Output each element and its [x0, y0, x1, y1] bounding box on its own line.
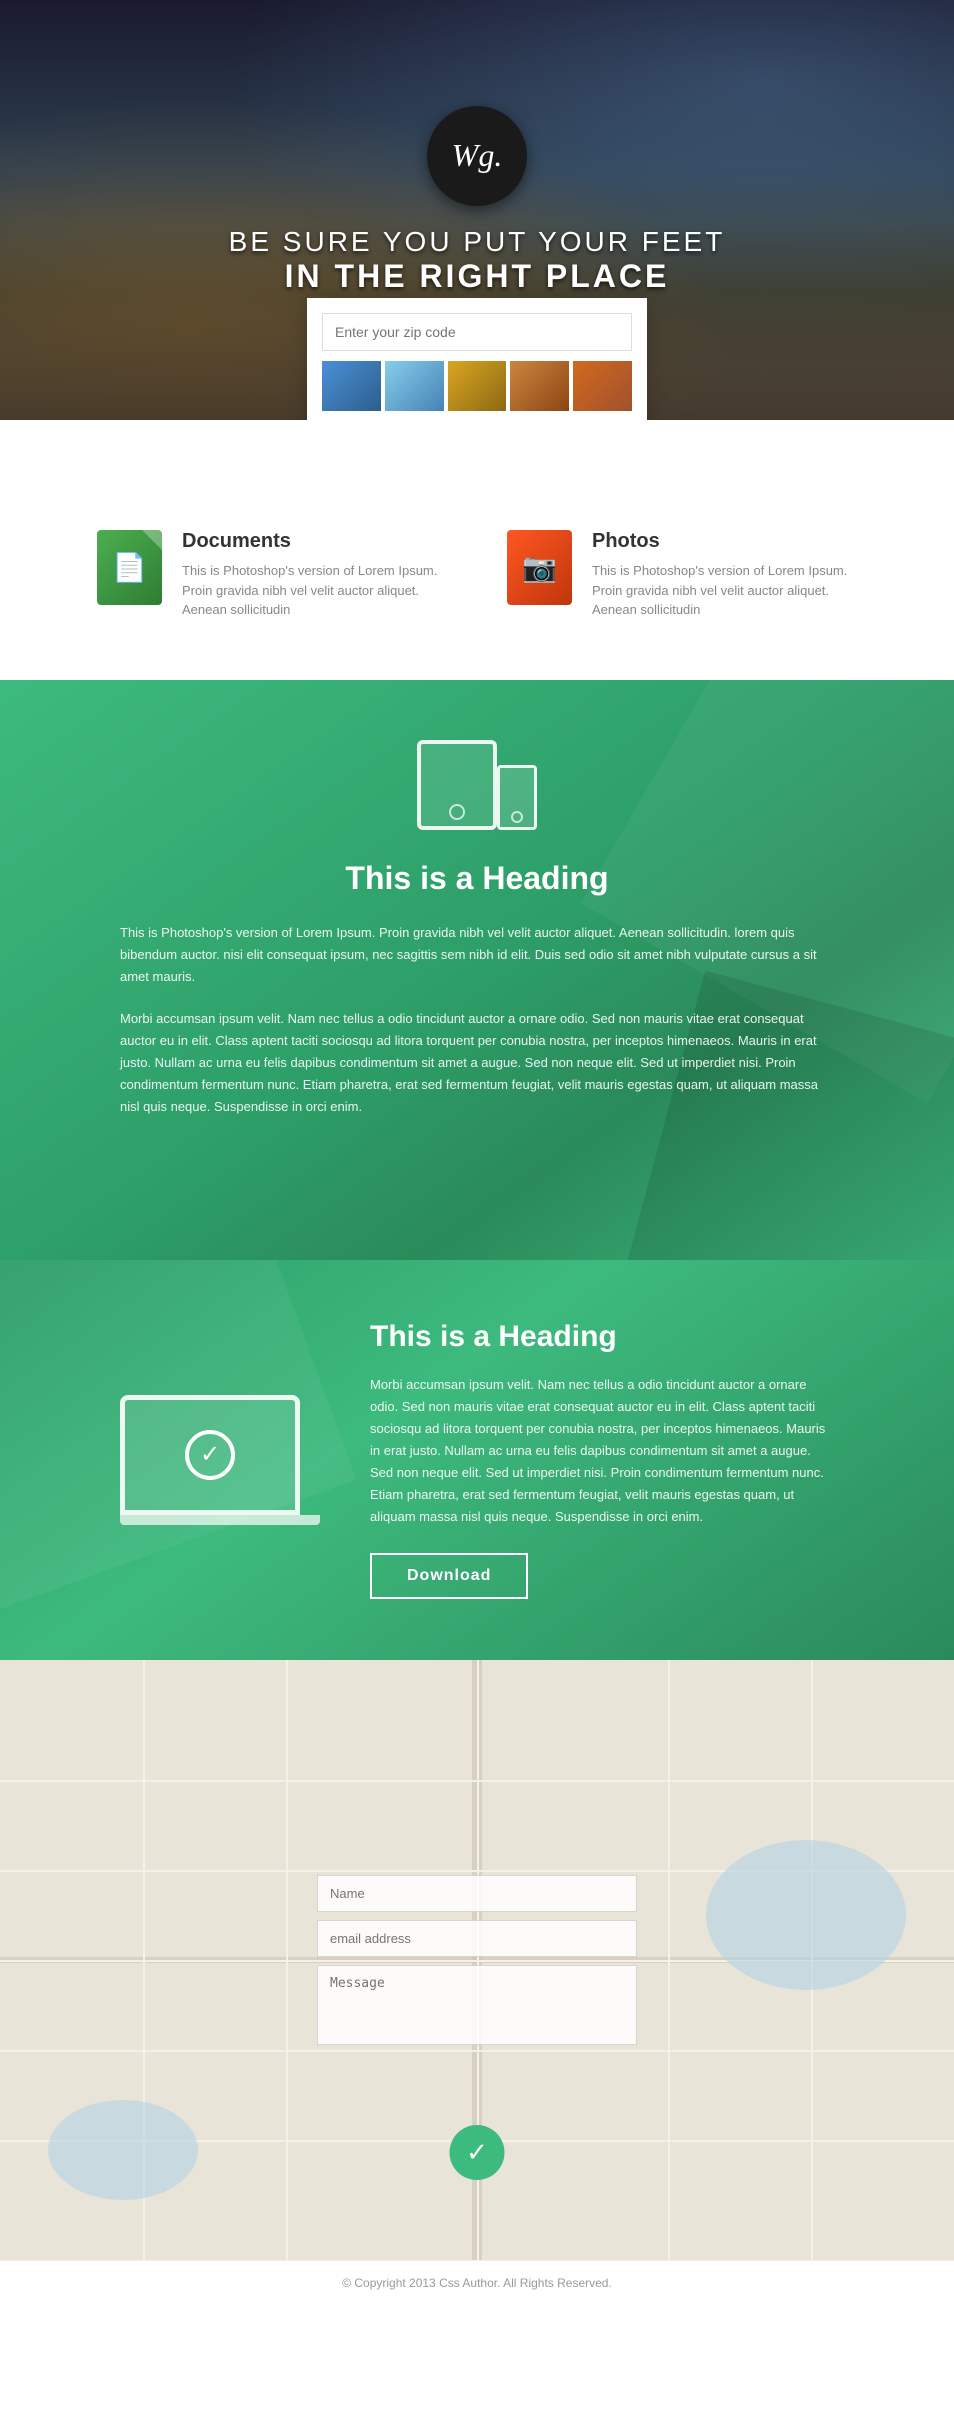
- documents-text: Documents This is Photoshop's version of…: [182, 530, 447, 620]
- camera-glyph: 📷: [522, 551, 557, 584]
- logo-text: Wg.: [452, 137, 503, 174]
- road-v-4: [668, 1660, 670, 2260]
- photos-title: Photos: [592, 530, 857, 553]
- photos-description: This is Photoshop's version of Lorem Ips…: [592, 561, 857, 620]
- devices-icon: [417, 740, 537, 830]
- hero-card: This is Photoshop's version of Lorem Ips…: [307, 298, 647, 420]
- hero-section: Wg. BE SURE YOU PUT YOUR FEET IN THE RIG…: [0, 0, 954, 420]
- thumb-1: [322, 361, 381, 411]
- feature-photos: 📷 Photos This is Photoshop's version of …: [507, 530, 857, 620]
- thumb-2: [385, 361, 444, 411]
- feature-documents: 📄 Documents This is Photoshop's version …: [97, 530, 447, 620]
- documents-description: This is Photoshop's version of Lorem Ips…: [182, 561, 447, 620]
- features-section: 📄 Documents This is Photoshop's version …: [0, 420, 954, 680]
- green-section-1-heading: This is a Heading: [120, 860, 834, 897]
- laptop-base: [120, 1515, 320, 1525]
- logo: Wg.: [427, 106, 527, 206]
- green-section-1: This is a Heading This is Photoshop's ve…: [0, 680, 954, 1260]
- thumbnail-row: [322, 361, 632, 411]
- email-input[interactable]: [317, 1920, 637, 1957]
- map-water-2: [48, 2100, 198, 2200]
- green-section-1-para2: Morbi accumsan ipsum velit. Nam nec tell…: [120, 1008, 834, 1118]
- download-button[interactable]: Download: [370, 1553, 528, 1599]
- hero-tagline: BE SURE YOU PUT YOUR FEET IN THE RIGHT P…: [229, 226, 726, 295]
- documents-icon: 📄: [97, 530, 162, 605]
- tablet-icon: [417, 740, 497, 830]
- zip-input[interactable]: [322, 313, 632, 351]
- contact-form: [317, 1875, 637, 2045]
- documents-title: Documents: [182, 530, 447, 553]
- green-section-2-heading: This is a Heading: [370, 1320, 834, 1354]
- green-section-2-text: This is a Heading Morbi accumsan ipsum v…: [370, 1320, 834, 1600]
- document-glyph: 📄: [112, 551, 147, 584]
- checkmark-icon: ✓: [185, 1430, 235, 1480]
- thumb-4: [510, 361, 569, 411]
- laptop-screen: ✓: [120, 1395, 300, 1515]
- tagline-line2: IN THE RIGHT PLACE: [229, 258, 726, 295]
- copyright-text: © Copyright 2013 Css Author. All Rights …: [15, 2276, 939, 2290]
- thumb-5: [573, 361, 632, 411]
- thumb-3: [448, 361, 507, 411]
- laptop-icon: ✓: [120, 1395, 320, 1525]
- footer: © Copyright 2013 Css Author. All Rights …: [0, 2260, 954, 2305]
- photos-text: Photos This is Photoshop's version of Lo…: [592, 530, 857, 620]
- green-section-1-para1: This is Photoshop's version of Lorem Ips…: [120, 922, 834, 988]
- map-water-1: [706, 1840, 906, 1990]
- map-section: ✓: [0, 1660, 954, 2260]
- green-section-2: ✓ This is a Heading Morbi accumsan ipsum…: [0, 1260, 954, 1660]
- green-section-2-body: Morbi accumsan ipsum velit. Nam nec tell…: [370, 1374, 834, 1529]
- road-v-2: [286, 1660, 288, 2260]
- name-input[interactable]: [317, 1875, 637, 1912]
- tagline-line1: BE SURE YOU PUT YOUR FEET: [229, 226, 726, 258]
- photos-icon: 📷: [507, 530, 572, 605]
- map-check-icon: ✓: [450, 2125, 505, 2180]
- phone-icon: [497, 765, 537, 830]
- message-input[interactable]: [317, 1965, 637, 2045]
